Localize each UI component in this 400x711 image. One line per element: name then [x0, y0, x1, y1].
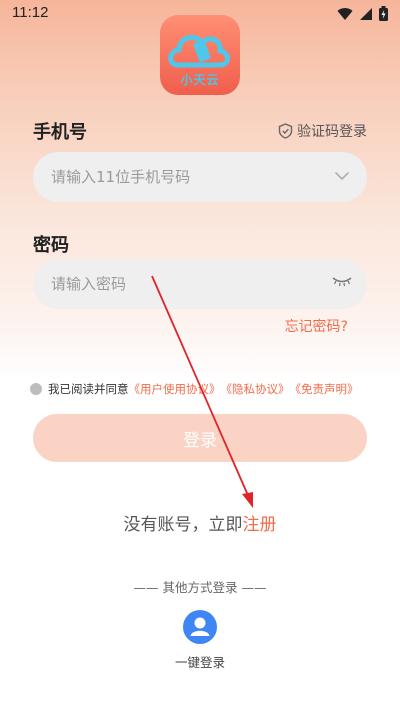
register-link[interactable]: 注册	[243, 515, 277, 535]
chevron-down-icon[interactable]	[334, 171, 350, 181]
register-prompt: 没有账号，立即	[123, 515, 243, 535]
agreement-row: 我已阅读并同意 《用户使用协议》 《隐私协议》 《免责声明》	[30, 381, 359, 397]
agree-text: 我已阅读并同意	[48, 382, 129, 396]
battery-icon	[379, 6, 388, 21]
user-agreement-link[interactable]: 《用户使用协议》	[129, 381, 221, 397]
disclaimer-link[interactable]: 《免责声明》	[290, 381, 359, 397]
wifi-icon	[337, 7, 353, 20]
other-login-title: —— 其他方式登录 ——	[133, 580, 267, 595]
sms-login-label: 验证码登录	[297, 124, 367, 140]
user-icon	[190, 617, 210, 636]
one-key-login-button[interactable]	[183, 610, 217, 644]
status-icons	[337, 6, 388, 21]
status-time: 11:12	[12, 4, 49, 21]
forgot-password-link[interactable]: 忘记密码?	[285, 316, 348, 336]
phone-input[interactable]	[33, 152, 367, 202]
password-label: 密码	[33, 235, 69, 256]
app-logo: 小天云	[160, 15, 240, 95]
eye-closed-icon[interactable]	[332, 275, 352, 287]
sms-login-link[interactable]: 验证码登录	[278, 121, 367, 141]
one-key-login-label: 一键登录	[174, 655, 225, 670]
app-name: 小天云	[180, 73, 220, 87]
password-input[interactable]	[33, 259, 367, 309]
shield-check-icon	[278, 123, 293, 139]
privacy-link[interactable]: 《隐私协议》	[221, 381, 290, 397]
agree-radio[interactable]	[30, 383, 42, 395]
signal-icon	[360, 7, 372, 20]
login-button[interactable]: 登录	[33, 414, 367, 462]
register-row: 没有账号，立即注册	[0, 510, 400, 535]
phone-label: 手机号	[33, 122, 87, 143]
annotation-arrow	[151, 275, 253, 508]
